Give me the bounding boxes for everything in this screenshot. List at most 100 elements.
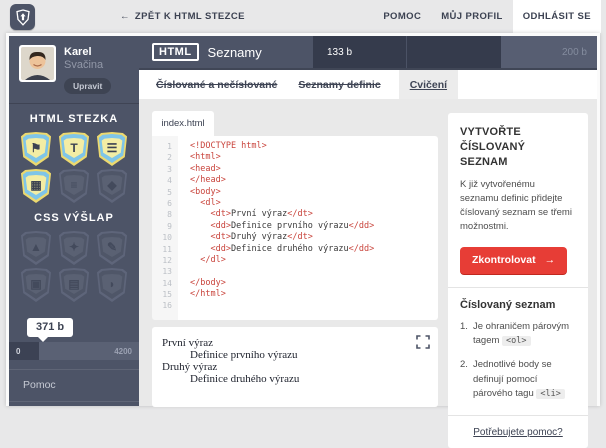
mountain-icon: ▲ (30, 241, 42, 253)
tab-seznamy-definic[interactable]: Seznamy definic (295, 70, 383, 99)
html-track-section: HTML STEZKA ⚑T☰▦≡◆ (9, 104, 139, 203)
progress-remaining-segment: 200 b (501, 36, 597, 68)
preview-definition: Definice prvního výrazu (190, 349, 428, 361)
sidebar-item-logout[interactable]: Odhlásit (9, 401, 139, 406)
code-line[interactable]: 6 <dl> (152, 198, 438, 209)
badge-text[interactable]: T (58, 132, 90, 166)
edit-profile-button[interactable]: Upravit (64, 78, 111, 94)
badge-table[interactable]: ▦ (20, 169, 52, 203)
line-code: <!DOCTYPE html> (178, 141, 267, 152)
code-line[interactable]: 14</body> (152, 278, 438, 289)
badge-image[interactable]: ▤ (58, 268, 90, 302)
lesson-content: index.html 1<!DOCTYPE html>2<html>3<head… (139, 99, 597, 406)
hint-number: 1. (460, 320, 473, 349)
lesson-progressbar: 133 b 200 b (313, 36, 597, 68)
editor-file-tab[interactable]: index.html (152, 111, 214, 136)
html-tag-chip: HTML (152, 43, 199, 61)
arrow-right-icon: → (545, 254, 556, 266)
topbar-help[interactable]: POMOC (373, 0, 431, 33)
fullscreen-icon[interactable] (416, 335, 430, 349)
app-logo[interactable] (10, 4, 35, 30)
hint-item: 2. Jednotlivé body se definují pomocí pá… (460, 358, 576, 402)
line-number: 15 (152, 289, 178, 300)
badge-cursor[interactable]: ✦ (58, 231, 90, 265)
line-code: </head> (178, 175, 226, 186)
code-line[interactable]: 15</html> (152, 289, 438, 300)
lines-icon: ≡ (70, 179, 77, 191)
code-editor[interactable]: 1<!DOCTYPE html>2<html>3<head>4</head>5<… (152, 136, 438, 320)
badge-list[interactable]: ☰ (96, 132, 128, 166)
code-line[interactable]: 3<head> (152, 164, 438, 175)
line-code: </body> (178, 278, 226, 289)
text-icon: T (70, 142, 77, 154)
code-line[interactable]: 4</head> (152, 175, 438, 186)
preview-definition: Definice druhého výrazu (190, 373, 428, 385)
badge-lines[interactable]: ≡ (58, 169, 90, 203)
line-code: <dt>Druhý výraz</dt> (178, 232, 313, 243)
line-number: 5 (152, 187, 178, 198)
line-code (178, 266, 190, 277)
preview-pane: První výraz Definice prvního výrazu Druh… (152, 327, 438, 407)
sidebar-item-help[interactable]: Pomoc (9, 369, 139, 401)
wave-icon: ◗ (108, 278, 115, 290)
topbar-logout[interactable]: ODHLÁSIT SE (513, 0, 601, 33)
hint-title: Číslovaný seznam (460, 299, 576, 311)
code-line[interactable]: 12 </dl> (152, 255, 438, 266)
badge-mountain[interactable]: ▲ (20, 231, 52, 265)
task-panel: VYTVOŘTE ČÍSLOVANÝ SEZNAM K již vytvořen… (448, 113, 588, 448)
shape-icon: ◆ (107, 179, 116, 191)
points-max: 4200 (114, 347, 132, 356)
line-number: 9 (152, 221, 178, 232)
user-info: Karel Svačina Upravit (64, 45, 111, 94)
check-button[interactable]: Zkontrolovat → (460, 247, 567, 274)
line-code: <body> (178, 187, 221, 198)
line-code: </dl> (178, 255, 226, 266)
back-arrow-icon: ← (120, 11, 130, 22)
points-progress: 371 b 0 4200 (9, 317, 139, 360)
topbar: ← ZPĚT K HTML STEZCE POMOC MŮJ PROFIL OD… (0, 0, 606, 33)
line-number: 16 (152, 300, 178, 311)
code-line[interactable]: 11 <dd>Definice druhého výrazu</dd> (152, 244, 438, 255)
back-link[interactable]: ← ZPĚT K HTML STEZCE (120, 0, 245, 33)
task-title: VYTVOŘTE ČÍSLOVANÝ SEZNAM (460, 125, 576, 170)
hint-item: 1. Je ohraničem párovým tagem <ol> (460, 320, 576, 349)
badge-wave[interactable]: ◗ (96, 268, 128, 302)
topbar-profile[interactable]: MŮJ PROFIL (431, 0, 513, 33)
list-icon: ☰ (107, 142, 118, 154)
tab-cislovane-a-necislovane[interactable]: Číslované a nečíslované (153, 70, 280, 99)
divider (448, 415, 588, 416)
code-line[interactable]: 16 (152, 300, 438, 311)
line-code: <head> (178, 164, 221, 175)
badge-box[interactable]: ▣ (20, 268, 52, 302)
badge-pencil[interactable]: ✎ (96, 231, 128, 265)
code-line[interactable]: 1<!DOCTYPE html> (152, 141, 438, 152)
help-link[interactable]: Potřebujete pomoc? (460, 427, 576, 438)
code-line[interactable]: 13 (152, 266, 438, 277)
main-area: HTML Seznamy 133 b 200 b Číslované a neč… (139, 36, 597, 406)
line-number: 8 (152, 209, 178, 220)
points-slider[interactable]: 0 4200 (9, 342, 139, 360)
table-icon: ▦ (30, 179, 41, 191)
shield-logo-icon (16, 9, 30, 26)
badge-bird[interactable]: ⚑ (20, 132, 52, 166)
code-line[interactable]: 5<body> (152, 187, 438, 198)
topbar-menu: POMOC MŮJ PROFIL ODHLÁSIT SE (373, 0, 601, 33)
line-code: <dd>Definice prvního výrazu</dd> (178, 221, 374, 232)
progress-current: 133 b (327, 47, 352, 58)
line-number: 2 (152, 152, 178, 163)
code-line[interactable]: 9 <dd>Definice prvního výrazu</dd> (152, 221, 438, 232)
line-code: <html> (178, 152, 221, 163)
hint-text: Jednotlivé body se definují pomocí párov… (473, 358, 576, 402)
code-line[interactable]: 10 <dt>Druhý výraz</dt> (152, 232, 438, 243)
bird-icon: ⚑ (31, 142, 42, 154)
badge-shape[interactable]: ◆ (96, 169, 128, 203)
code-line[interactable]: 8 <dt>První výraz</dt> (152, 209, 438, 220)
progress-filled-segment-1: 133 b (313, 36, 406, 68)
pencil-icon: ✎ (107, 241, 117, 253)
code-line[interactable]: 2<html> (152, 152, 438, 163)
tab-cviceni[interactable]: Cvičení (399, 70, 458, 99)
css-badges: ▲ ✦ ✎ ▣▤ ◗ (9, 231, 139, 302)
hint-text: Je ohraničem párovým tagem <ol> (473, 320, 576, 349)
progress-filled-segment-2 (406, 36, 501, 68)
line-code (178, 300, 190, 311)
